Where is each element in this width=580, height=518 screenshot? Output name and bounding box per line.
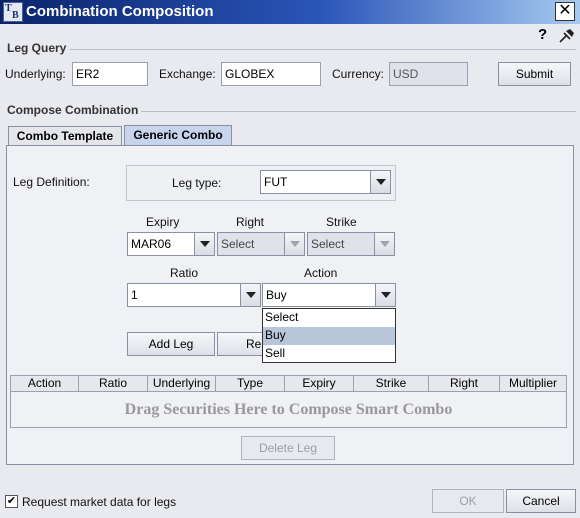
leg-definition-label: Leg Definition: <box>13 175 90 189</box>
underlying-label: Underlying: <box>5 67 66 81</box>
currency-field: USD <box>389 62 468 86</box>
ratio-label: Ratio <box>170 266 199 280</box>
strike-value: Select <box>311 237 345 251</box>
action-dropdown-list[interactable]: Select Buy Sell <box>262 308 396 363</box>
right-select: Select <box>217 232 305 256</box>
help-icon[interactable]: ? <box>538 26 547 43</box>
add-leg-button[interactable]: Add Leg <box>127 332 215 356</box>
leg-query-title: Leg Query <box>7 41 67 55</box>
pin-icon[interactable] <box>558 27 576 43</box>
ratio-value: 1 <box>131 288 138 302</box>
strike-label: Strike <box>326 215 357 229</box>
column-header-ratio[interactable]: Ratio <box>79 376 148 391</box>
currency-label: Currency: <box>332 67 385 81</box>
action-option-select[interactable]: Select <box>263 309 395 327</box>
window-title: Combination Composition <box>26 3 214 20</box>
action-option-sell[interactable]: Sell <box>263 345 395 363</box>
column-header-multiplier[interactable]: Multiplier <box>500 376 566 391</box>
action-option-buy[interactable]: Buy <box>263 327 395 345</box>
right-value: Select <box>221 237 255 251</box>
column-header-type[interactable]: Type <box>216 376 285 391</box>
expiry-label: Expiry <box>146 215 180 229</box>
chevron-down-icon[interactable] <box>194 233 214 255</box>
action-select[interactable]: Buy <box>262 283 396 307</box>
app-logo: T B <box>3 2 23 22</box>
title-bar[interactable]: T B Combination Composition ✕ <box>0 0 580 24</box>
tab-combo-template[interactable]: Combo Template <box>8 126 122 146</box>
expiry-value: MAR06 <box>131 237 172 251</box>
exchange-label: Exchange: <box>159 67 216 81</box>
chevron-down-icon <box>374 233 394 255</box>
leg-type-value: FUT <box>264 175 288 189</box>
compose-divider <box>141 111 576 112</box>
column-header-underlying[interactable]: Underlying <box>148 376 216 391</box>
column-header-strike[interactable]: Strike <box>354 376 429 391</box>
underlying-input[interactable]: ER2 <box>72 62 148 86</box>
leg-type-label: Leg type: <box>172 176 222 190</box>
leg-type-select[interactable]: FUT <box>260 170 391 194</box>
delete-leg-button[interactable]: Delete Leg <box>241 436 335 460</box>
action-value: Buy <box>266 288 287 302</box>
ratio-select[interactable]: 1 <box>127 283 261 307</box>
leg-query-divider <box>70 49 576 50</box>
chevron-down-icon[interactable] <box>375 284 395 306</box>
close-icon[interactable]: ✕ <box>555 2 575 21</box>
column-header-right[interactable]: Right <box>429 376 500 391</box>
logo-letter-b: B <box>12 10 19 21</box>
tab-generic-combo[interactable]: Generic Combo <box>124 125 232 146</box>
column-header-action[interactable]: Action <box>11 376 79 391</box>
submit-button[interactable]: Submit <box>498 62 571 86</box>
request-market-data-checkbox[interactable]: ✔ <box>5 495 18 508</box>
compose-combination-title: Compose Combination <box>7 103 139 117</box>
column-header-expiry[interactable]: Expiry <box>285 376 354 391</box>
action-label: Action <box>304 266 338 280</box>
request-market-data-label[interactable]: Request market data for legs <box>22 495 176 509</box>
logo-letter-t: T <box>5 3 12 14</box>
chevron-down-icon[interactable] <box>240 284 260 306</box>
cancel-button[interactable]: Cancel <box>506 489 576 513</box>
right-label: Right <box>236 215 265 229</box>
strike-select: Select <box>307 232 395 256</box>
expiry-select[interactable]: MAR06 <box>127 232 215 256</box>
drop-hint-text: Drag Securities Here to Compose Smart Co… <box>124 401 453 418</box>
chevron-down-icon[interactable] <box>370 171 390 193</box>
combo-drop-area[interactable]: Drag Securities Here to Compose Smart Co… <box>10 392 567 428</box>
ok-button[interactable]: OK <box>432 489 504 513</box>
legs-table-header: Action Ratio Underlying Type Expiry Stri… <box>10 375 567 392</box>
chevron-down-icon <box>284 233 304 255</box>
exchange-input[interactable]: GLOBEX <box>221 62 321 86</box>
